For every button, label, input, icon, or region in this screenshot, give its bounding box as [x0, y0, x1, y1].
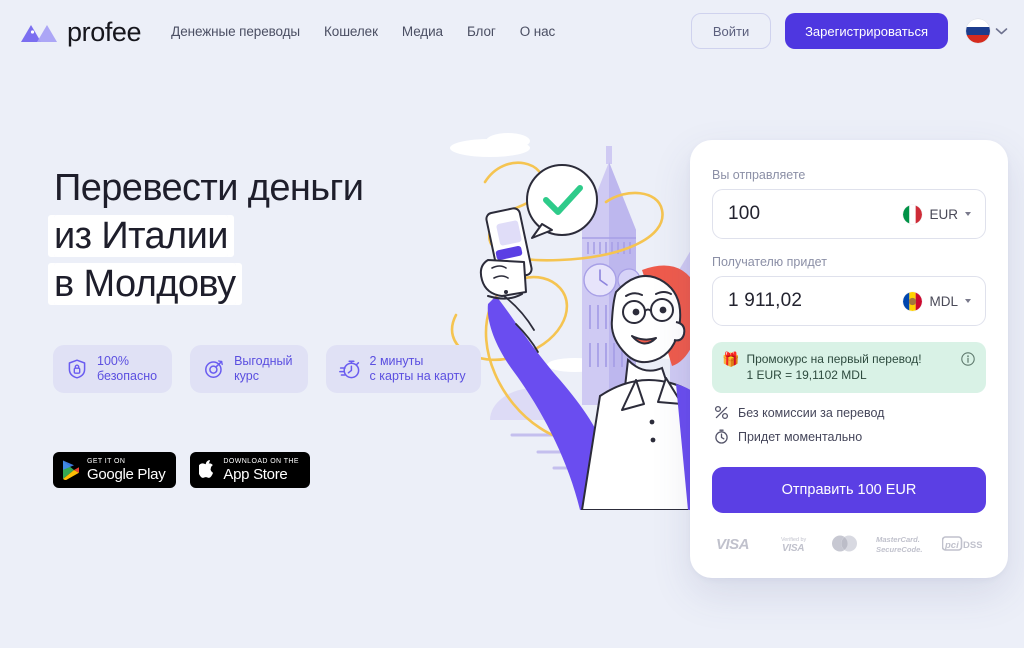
- info-row-no-fee-label: Без комиссии за перевод: [738, 405, 885, 420]
- promo-rate-banner: 🎁 Промокурс на первый перевод! 1 EUR = 1…: [712, 342, 986, 393]
- send-currency-selector[interactable]: EUR: [903, 204, 971, 224]
- feature-badge-speed: 2 минуты с карты на карту: [325, 345, 481, 393]
- headline-line-1: Перевести деньги: [54, 167, 364, 209]
- chevron-down-icon: [965, 299, 971, 303]
- app-store-small-label: Download on the: [223, 458, 299, 465]
- flag-ru-icon: [966, 19, 990, 43]
- logo[interactable]: profee: [18, 16, 142, 47]
- info-row-no-fee: Без комиссии за перевод: [712, 405, 986, 420]
- visa-logo: VISA: [716, 536, 750, 552]
- svg-text:DSS: DSS: [963, 540, 982, 551]
- flag-md-icon: [903, 291, 923, 311]
- nav-item-wallet[interactable]: Кошелек: [324, 24, 378, 39]
- chevron-down-icon: [995, 28, 1008, 35]
- feature-badge-rate-label: Выгодный курс: [234, 354, 293, 383]
- send-currency-code: EUR: [929, 206, 958, 222]
- svg-text:VISA: VISA: [782, 543, 804, 554]
- receive-amount-input[interactable]: 1 911,02: [728, 290, 903, 312]
- transfer-calculator-card: Вы отправляете 100 EUR Получателю придет…: [690, 140, 1008, 578]
- svg-text:VISA: VISA: [716, 536, 749, 552]
- promo-rate: 1 EUR = 19,1102 MDL: [746, 368, 867, 382]
- receive-amount-field[interactable]: 1 911,02 MDL: [712, 276, 986, 326]
- logo-text: profee: [67, 16, 142, 47]
- percent-icon: [714, 405, 729, 420]
- nav-item-transfers[interactable]: Денежные переводы: [171, 24, 300, 39]
- send-amount-field[interactable]: 100 EUR: [712, 189, 986, 239]
- apple-icon: [199, 460, 214, 478]
- google-play-icon: [63, 460, 79, 480]
- verified-by-visa-logo: Verified by VISA: [781, 537, 806, 554]
- mountain-logo-icon: [21, 25, 57, 42]
- clock-icon: [715, 429, 728, 444]
- nav-item-about[interactable]: О нас: [520, 24, 556, 39]
- flag-it-icon: [903, 204, 923, 224]
- info-row-instant-label: Придет моментально: [738, 429, 863, 444]
- gift-icon: 🎁: [722, 351, 740, 367]
- feature-badges: 100% безопасно Выгодный курс 2 минуты с …: [53, 345, 481, 393]
- app-store-badges: GET IT ON Google Play Download on the Ap…: [53, 452, 310, 488]
- nav-item-blog[interactable]: Блог: [467, 24, 496, 39]
- target-rate-icon: [205, 360, 223, 378]
- mastercard-logo: [832, 535, 857, 552]
- page-title: Перевести деньги из Италии в Молдову: [54, 164, 524, 308]
- google-play-big-label: Google Play: [87, 466, 166, 483]
- site-header: profee Денежные переводы Кошелек Медиа Б…: [0, 0, 1024, 62]
- info-row-instant: Придет моментально: [712, 429, 986, 444]
- app-store-button[interactable]: Download on the App Store: [190, 452, 310, 488]
- login-button[interactable]: Войти: [691, 13, 772, 49]
- pci-dss-logo: pci DSS: [942, 535, 982, 551]
- feature-badge-rate: Выгодный курс: [190, 345, 308, 393]
- svg-text:MasterCard.: MasterCard.: [876, 535, 920, 544]
- feature-badge-secure-label: 100% безопасно: [97, 354, 158, 383]
- send-amount-label: Вы отправляете: [712, 168, 806, 182]
- nav-item-media[interactable]: Медиа: [402, 24, 443, 39]
- hero-section: Перевести деньги из Италии в Молдову: [54, 164, 524, 308]
- payment-logos: VISA Verified by VISA MasterCard. Secure…: [712, 533, 986, 554]
- headline-line-3: в Молдову: [54, 263, 236, 305]
- register-button[interactable]: Зарегистрироваться: [785, 13, 948, 49]
- receive-currency-selector[interactable]: MDL: [903, 291, 971, 311]
- send-button[interactable]: Отправить 100 EUR: [712, 467, 986, 513]
- svg-text:SecureCode.: SecureCode.: [876, 545, 922, 554]
- main-nav: Денежные переводы Кошелек Медиа Блог О н…: [171, 24, 555, 39]
- receive-amount-label: Получателю придет: [712, 255, 827, 269]
- send-amount-input[interactable]: 100: [728, 203, 903, 225]
- svg-text:pci: pci: [944, 540, 959, 551]
- feature-badge-speed-label: 2 минуты с карты на карту: [369, 354, 466, 383]
- language-selector[interactable]: [966, 19, 1008, 43]
- info-circle-icon[interactable]: [961, 352, 975, 366]
- google-play-small-label: GET IT ON: [87, 458, 126, 465]
- google-play-button[interactable]: GET IT ON Google Play: [53, 452, 177, 488]
- header-actions: Войти Зарегистрироваться: [691, 13, 1008, 49]
- feature-badge-secure: 100% безопасно: [53, 345, 173, 393]
- shield-lock-icon: [68, 359, 86, 379]
- app-store-big-label: App Store: [223, 466, 288, 483]
- mastercard-securecode-logo: MasterCard. SecureCode.: [876, 535, 922, 554]
- chevron-down-icon: [965, 212, 971, 216]
- promo-headline: Промокурс на первый перевод!: [746, 352, 922, 366]
- stopwatch-icon: [338, 360, 359, 379]
- receive-currency-code: MDL: [929, 293, 958, 309]
- headline-line-2: из Италии: [54, 215, 228, 257]
